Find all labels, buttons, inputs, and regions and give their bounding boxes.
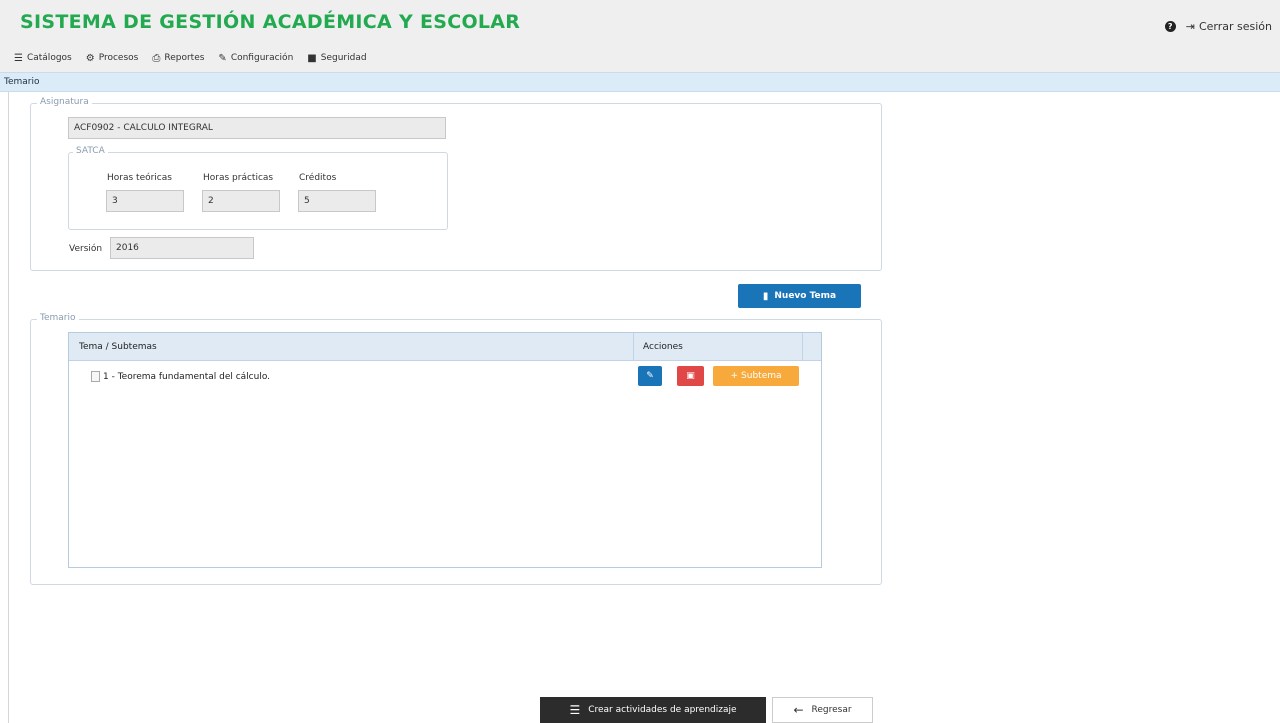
printer-icon: ⎙ [152,52,161,64]
creditos-field[interactable]: 5 [298,190,376,212]
plus-icon: + [730,371,739,381]
menu-item-label: Procesos [98,53,139,63]
creditos-label: Créditos [299,173,337,183]
regresar-button[interactable]: ← Regresar [772,697,873,723]
version-field[interactable]: 2016 [110,237,254,259]
breadcrumb: Temario [0,72,1280,92]
horas-teoricas-label: Horas teóricas [107,173,172,183]
crear-actividades-label: Crear actividades de aprendizaje [588,705,737,715]
menu-item-seguridad[interactable]: ■ Seguridad [307,53,366,64]
tree-row[interactable]: 1 - Teorema fundamental del cálculo. [91,371,270,382]
crear-actividades-button[interactable]: ☰ Crear actividades de aprendizaje [540,697,766,723]
menu-item-catalogos[interactable]: ☰ Catálogos [14,53,72,64]
horas-practicas-field[interactable]: 2 [202,190,280,212]
menu-item-label: Configuración [230,53,294,63]
help-icon[interactable]: ? [1164,21,1176,32]
nuevo-tema-label: Nuevo Tema [774,291,837,301]
gear-icon: ⚙ [85,52,95,64]
horas-practicas-label: Horas prácticas [203,173,274,183]
regresar-label: Regresar [811,705,852,715]
edit-icon: ✎ [646,371,654,381]
top-right-area: ? ⇥ Cerrar sesión [1164,20,1272,33]
list-icon: ☰ [569,703,581,717]
left-divider [8,92,9,723]
column-divider [633,333,634,361]
menu-item-procesos[interactable]: ⚙ Procesos [86,53,139,64]
lock-icon: ■ [307,52,317,64]
menu-item-label: Seguridad [320,53,367,63]
logout-link[interactable]: ⇥ Cerrar sesión [1186,20,1272,33]
menu-item-label: Catálogos [26,53,72,63]
version-label: Versión [69,244,103,254]
breadcrumb-label: Temario [4,77,40,87]
asignatura-legend: Asignatura [37,97,92,107]
menu-item-configuracion[interactable]: ✎ Configuración [218,53,293,64]
edit-button[interactable]: ✎ [638,366,662,386]
menu-item-label: Reportes [164,53,205,63]
horas-teoricas-field[interactable]: 3 [106,190,184,212]
logout-icon: ⇥ [1185,20,1195,33]
wrench-icon: ✎ [218,52,227,64]
grid-header: Tema / Subtemas Acciones [69,333,821,361]
column-header-acciones: Acciones [643,342,683,352]
temario-grid: Tema / Subtemas Acciones 1 - Teorema fun… [68,332,822,568]
book-icon: ▮ [762,290,769,302]
trash-icon: ▣ [686,371,695,381]
tree-row-label: 1 - Teorema fundamental del cálculo. [103,371,271,382]
temario-legend: Temario [37,313,79,323]
nuevo-tema-button[interactable]: ▮ Nuevo Tema [738,284,861,308]
asignatura-field[interactable]: ACF0902 - CALCULO INTEGRAL [68,117,446,139]
column-header-tema: Tema / Subtemas [79,342,157,352]
delete-button[interactable]: ▣ [677,366,704,386]
top-bar: SISTEMA DE GESTIÓN ACADÉMICA Y ESCOLAR ?… [0,0,1280,44]
main-menu: ☰ Catálogos ⚙ Procesos ⎙ Reportes ✎ Conf… [0,44,1280,72]
list-icon: ☰ [14,52,23,64]
document-icon [91,371,100,382]
logout-label: Cerrar sesión [1198,20,1272,33]
column-divider [802,333,803,361]
add-subtema-label: Subtema [741,371,782,381]
arrow-left-icon: ← [793,703,804,717]
satca-legend: SATCA [73,146,108,156]
add-subtema-button[interactable]: + Subtema [713,366,799,386]
menu-item-reportes[interactable]: ⎙ Reportes [152,53,204,64]
app-title: SISTEMA DE GESTIÓN ACADÉMICA Y ESCOLAR [20,11,521,33]
